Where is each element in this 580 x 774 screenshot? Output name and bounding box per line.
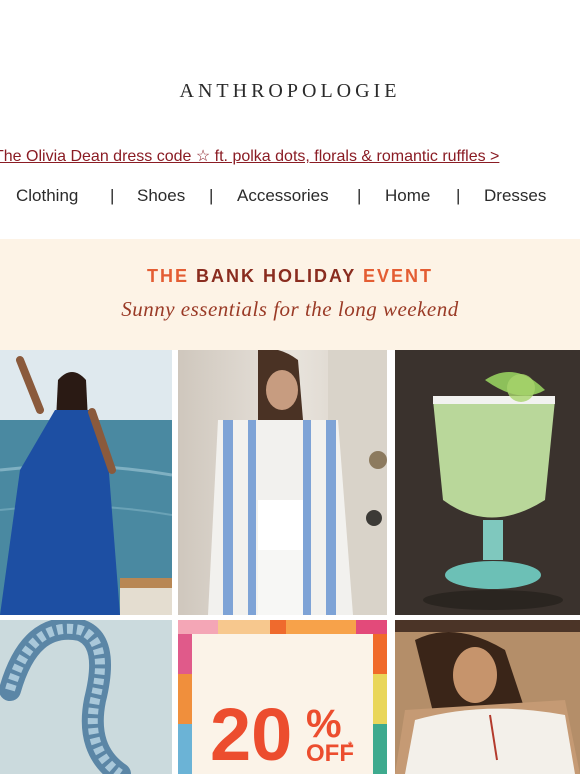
- woman-in-blue-dress-photo[interactable]: [0, 350, 172, 615]
- blue-strap-photo[interactable]: [0, 620, 172, 774]
- 20-percent-off-graphic[interactable]: 20 % OFF *: [178, 620, 387, 774]
- category-nav: Clothing | Shoes | Accessories | Home | …: [0, 186, 580, 210]
- nav-separator: |: [110, 186, 115, 205]
- offer-asterisk: *: [348, 740, 353, 752]
- offer-percent-sign: %: [306, 702, 342, 746]
- nav-separator: |: [456, 186, 461, 205]
- brand-logo[interactable]: ANTHROPOLOGIE: [0, 80, 580, 103]
- nav-separator: |: [357, 186, 362, 205]
- event-subtitle: Sunny essentials for the long weekend: [121, 297, 459, 321]
- event-title-event: EVENT: [363, 266, 434, 286]
- nav-item-dresses[interactable]: Dresses: [484, 186, 546, 206]
- event-title-the: THE: [146, 266, 189, 286]
- nav-item-accessories[interactable]: Accessories: [237, 186, 329, 206]
- nav-item-home[interactable]: Home: [385, 186, 430, 206]
- margarita-glass-photo[interactable]: [395, 350, 580, 615]
- offer-off-label: OFF: [306, 740, 354, 767]
- offer-percent: 20: [210, 693, 293, 774]
- event-banner[interactable]: [0, 239, 580, 350]
- event-title: THE BANK HOLIDAY EVENT: [0, 266, 580, 287]
- striped-shirt-photo[interactable]: [178, 350, 387, 615]
- event-title-bank-holiday: BANK HOLIDAY: [195, 266, 356, 286]
- nav-item-clothing[interactable]: Clothing: [16, 186, 78, 206]
- promo-link[interactable]: The Olivia Dean dress code ☆ ft. polka d…: [0, 146, 499, 166]
- nav-separator: |: [209, 186, 214, 205]
- woman-in-white-top-photo[interactable]: [395, 620, 580, 774]
- nav-item-shoes[interactable]: Shoes: [137, 186, 185, 206]
